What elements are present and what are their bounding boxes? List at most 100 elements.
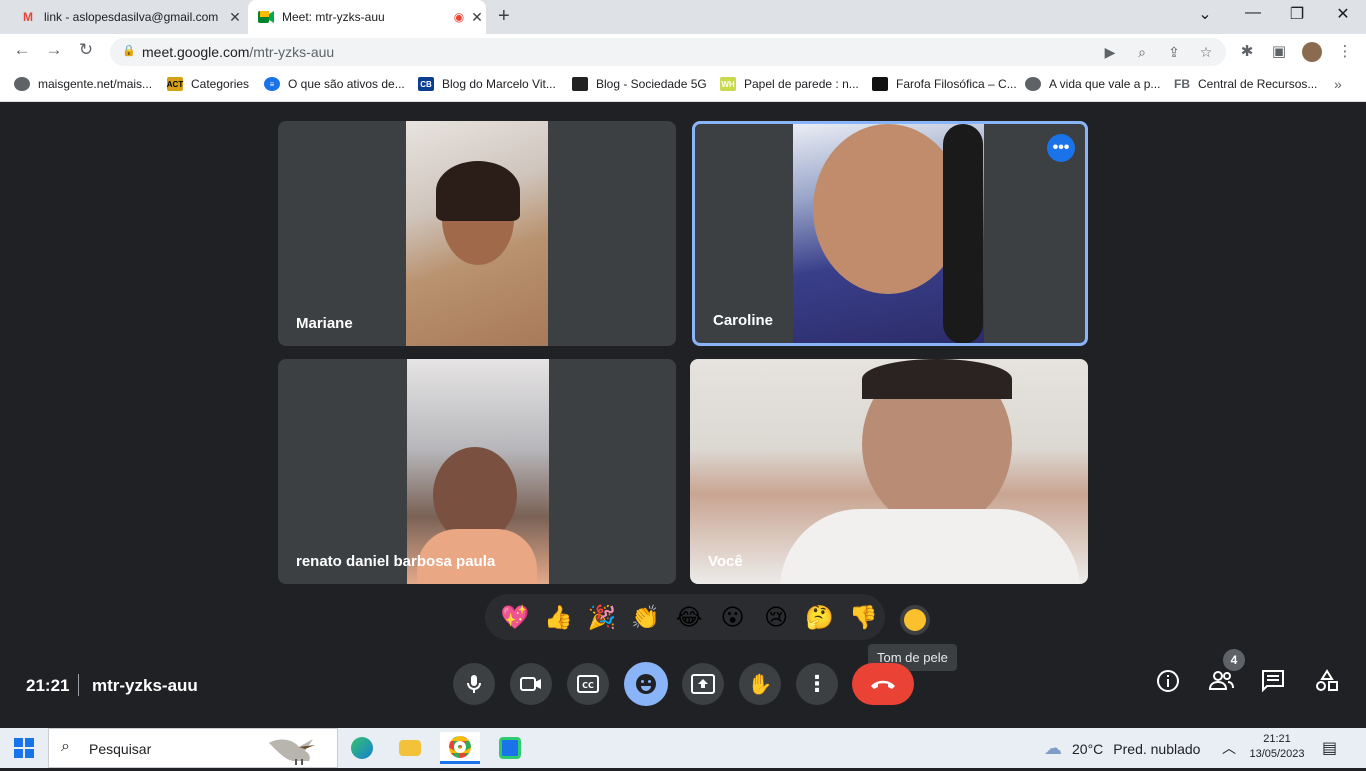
people-count-badge: 4 [1223,649,1245,671]
chevron-up-icon[interactable]: ︿ [1222,738,1236,758]
cb-icon: CB [418,77,434,91]
reaction-clap[interactable]: 👏 [624,594,668,640]
back-icon[interactable]: ← [10,40,34,60]
participant-tile[interactable]: renato daniel barbosa paula [278,359,676,584]
restore-icon[interactable]: ❐ [1282,4,1312,24]
bookmark-item[interactable]: maisgente.net/mais... [14,77,152,91]
recording-icon: ◉ [453,10,465,24]
search-icon: ⌕ [61,738,70,755]
windows-start-icon[interactable] [14,738,34,758]
taskbar-search[interactable]: ⌕ Pesquisar [48,728,338,768]
tab-search-icon[interactable]: ⌄ [1190,4,1220,24]
bookmark-item[interactable]: FB Central de Recursos... [1174,77,1317,91]
zoom-icon[interactable]: ⌕ [1132,44,1152,61]
more-bookmarks-icon[interactable]: » [1334,76,1342,92]
share-icon[interactable]: ⇪ [1164,44,1184,61]
people-button[interactable] [1205,669,1237,697]
bookmark-item[interactable]: CB Blog do Marcelo Vit... [418,77,556,91]
app-icon [499,737,521,759]
taskbar-chrome[interactable] [440,732,480,764]
reaction-surprised[interactable]: 😮 [711,594,755,640]
reaction-sad[interactable]: 😢 [754,594,798,640]
bookmark-item[interactable]: Blog - Sociedade 5G [572,77,707,91]
raise-hand-button[interactable]: ✋ [739,663,781,705]
bookmark-item[interactable]: ≡ O que são ativos de... [264,77,405,91]
reaction-thumbs-up[interactable]: 👍 [537,594,581,640]
minimize-icon[interactable]: — [1238,4,1268,22]
present-button[interactable] [682,663,724,705]
reaction-thumbs-down[interactable]: 👎 [842,594,886,640]
participant-name: Caroline [713,312,774,329]
skin-tone-button[interactable] [900,605,930,635]
chat-button[interactable] [1257,669,1289,699]
taskbar-edge[interactable] [342,732,382,764]
taskbar-app[interactable] [490,732,530,764]
close-window-icon[interactable]: ✕ [1328,4,1358,24]
windows-taskbar: ⌕ Pesquisar ☁ 20°C Pred. nublado ︿ 21:21… [0,728,1366,768]
bookmark-item[interactable]: A vida que vale a p... [1025,77,1160,91]
tab-title: Meet: mtr-yzks-auu [282,10,385,24]
reaction-heart[interactable]: 💖 [493,594,537,640]
globe-icon [14,77,30,91]
bookmarks-bar: maisgente.net/mais... ACT Categories ≡ O q… [0,70,1366,102]
side-panel-icon[interactable]: ▣ [1268,42,1290,60]
mic-button[interactable] [453,663,495,705]
more-options-button[interactable]: ⋮ [796,663,838,705]
participant-tile-active[interactable]: Caroline ••• [692,121,1088,346]
bookmark-item[interactable]: WH Papel de parede : n... [720,77,859,91]
edge-icon [351,737,373,759]
browser-toolbar: ← → ↻ 🔒 meet.google.com/mtr-yzks-auu ▶ ⌕… [0,34,1366,70]
participant-tile-self[interactable]: Você [690,359,1088,584]
weather-desc: Pred. nublado [1113,740,1201,757]
participant-video [406,121,548,346]
bookmark-item[interactable]: Farofa Filosófica – C... [872,77,1017,91]
participant-video [407,359,549,584]
tab-gmail[interactable]: M link - aslopesdasilva@gmail.com ✕ [12,0,244,34]
fb-icon: FB [1174,77,1190,91]
more-options-icon[interactable]: ••• [1047,134,1075,162]
participant-tile[interactable]: Mariane [278,121,676,346]
forward-icon[interactable]: → [42,40,66,60]
reactions-bar: 💖 👍 🎉 👏 😂 😮 😢 🤔 👎 [485,594,885,640]
bookmark-star-icon[interactable]: ☆ [1196,44,1216,61]
tab-meet[interactable]: Meet: mtr-yzks-auu ◉ ✕ [248,0,486,34]
categories-icon: ACT [167,77,183,91]
extensions-icon[interactable]: ✱ [1236,42,1258,60]
system-clock[interactable]: 21:21 13/05/2023 [1248,732,1306,762]
new-tab-icon[interactable]: + [498,5,510,28]
skin-tone-swatch-icon [904,609,926,631]
more-icon: ⋮ [806,671,828,696]
leave-call-button[interactable] [852,663,914,705]
self-video [690,359,1088,584]
system-time: 21:21 [1263,733,1291,745]
participant-name: Mariane [296,315,353,332]
activities-icon [1316,669,1338,691]
avatar[interactable] [1302,42,1322,62]
address-bar[interactable]: 🔒 meet.google.com/mtr-yzks-auu ▶ ⌕ ⇪ ☆ [110,38,1226,66]
activities-button[interactable] [1311,669,1343,699]
gmail-icon: M [23,10,33,24]
participant-video [793,124,984,343]
menu-icon[interactable]: ⋮ [1334,42,1356,60]
bookmark-item[interactable]: ACT Categories [167,77,249,91]
camera-button[interactable] [510,663,552,705]
captions-button[interactable]: CC [567,663,609,705]
weather-temp: 20°C [1072,740,1104,757]
reactions-button[interactable] [624,662,668,706]
raise-hand-icon: ✋ [747,673,773,696]
reload-icon[interactable]: ↻ [74,40,98,60]
weather-widget[interactable]: ☁ 20°C Pred. nublado [1044,738,1200,759]
taskbar-explorer[interactable] [390,732,430,764]
close-tab-icon[interactable]: ✕ [226,9,244,26]
reaction-laugh[interactable]: 😂 [667,594,711,640]
reaction-party[interactable]: 🎉 [580,594,624,640]
tab-title: link - aslopesdasilva@gmail.com [44,10,219,24]
camera-permission-icon[interactable]: ▶ [1100,44,1120,61]
chat-icon [1262,670,1284,693]
close-tab-icon[interactable]: ✕ [468,9,486,26]
folder-icon [399,740,421,756]
meeting-details-button[interactable] [1152,669,1184,699]
cloud-icon: ☁ [1044,738,1062,758]
reaction-thinking[interactable]: 🤔 [798,594,842,640]
notifications-icon[interactable]: ▤ [1322,738,1337,758]
